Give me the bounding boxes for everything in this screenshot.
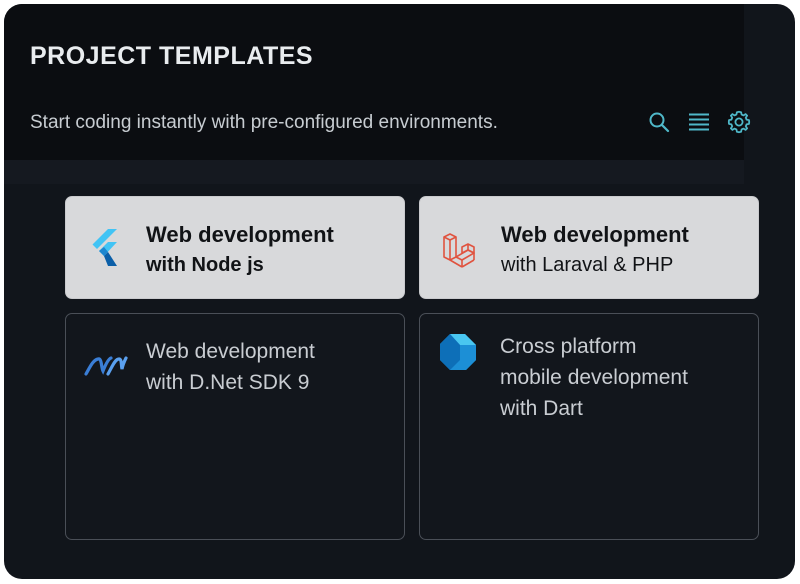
project-templates-panel: PROJECT TEMPLATES Start coding instantly… bbox=[4, 4, 795, 579]
header-divider bbox=[4, 160, 744, 184]
gear-icon bbox=[727, 110, 751, 134]
template-subtitle: with D.Net SDK 9 bbox=[146, 371, 310, 394]
toolbar bbox=[646, 109, 752, 135]
template-subtitle: mobile development bbox=[500, 366, 688, 389]
template-title: Web development bbox=[146, 340, 315, 363]
template-title: Cross platform bbox=[500, 335, 637, 358]
template-subtitle-extra: with Dart bbox=[500, 397, 583, 420]
template-card-laravel[interactable]: Web development with Laraval & PHP bbox=[419, 196, 759, 299]
flutter-icon bbox=[85, 228, 125, 268]
template-subtitle: with Node js bbox=[146, 254, 264, 276]
page-subtitle: Start coding instantly with pre-configur… bbox=[30, 112, 498, 133]
template-title: Web development bbox=[146, 222, 334, 247]
panel-header: PROJECT TEMPLATES Start coding instantly… bbox=[4, 4, 751, 160]
settings-button[interactable] bbox=[726, 109, 752, 135]
page-title: PROJECT TEMPLATES bbox=[30, 42, 314, 70]
search-icon bbox=[649, 112, 670, 133]
template-card-nodejs[interactable]: Web development with Node js bbox=[65, 196, 405, 299]
template-card-dart[interactable]: Cross platform mobile development with D… bbox=[419, 313, 759, 540]
laravel-icon bbox=[440, 229, 480, 269]
list-icon bbox=[689, 113, 709, 131]
template-card-dotnet[interactable]: Web development with D.Net SDK 9 bbox=[65, 313, 405, 540]
template-title: Web development bbox=[501, 222, 689, 247]
template-subtitle: with Laraval & PHP bbox=[501, 254, 674, 276]
dart-icon bbox=[438, 332, 478, 372]
search-button[interactable] bbox=[646, 109, 672, 135]
list-view-button[interactable] bbox=[686, 109, 712, 135]
dotnet-icon bbox=[84, 346, 128, 386]
